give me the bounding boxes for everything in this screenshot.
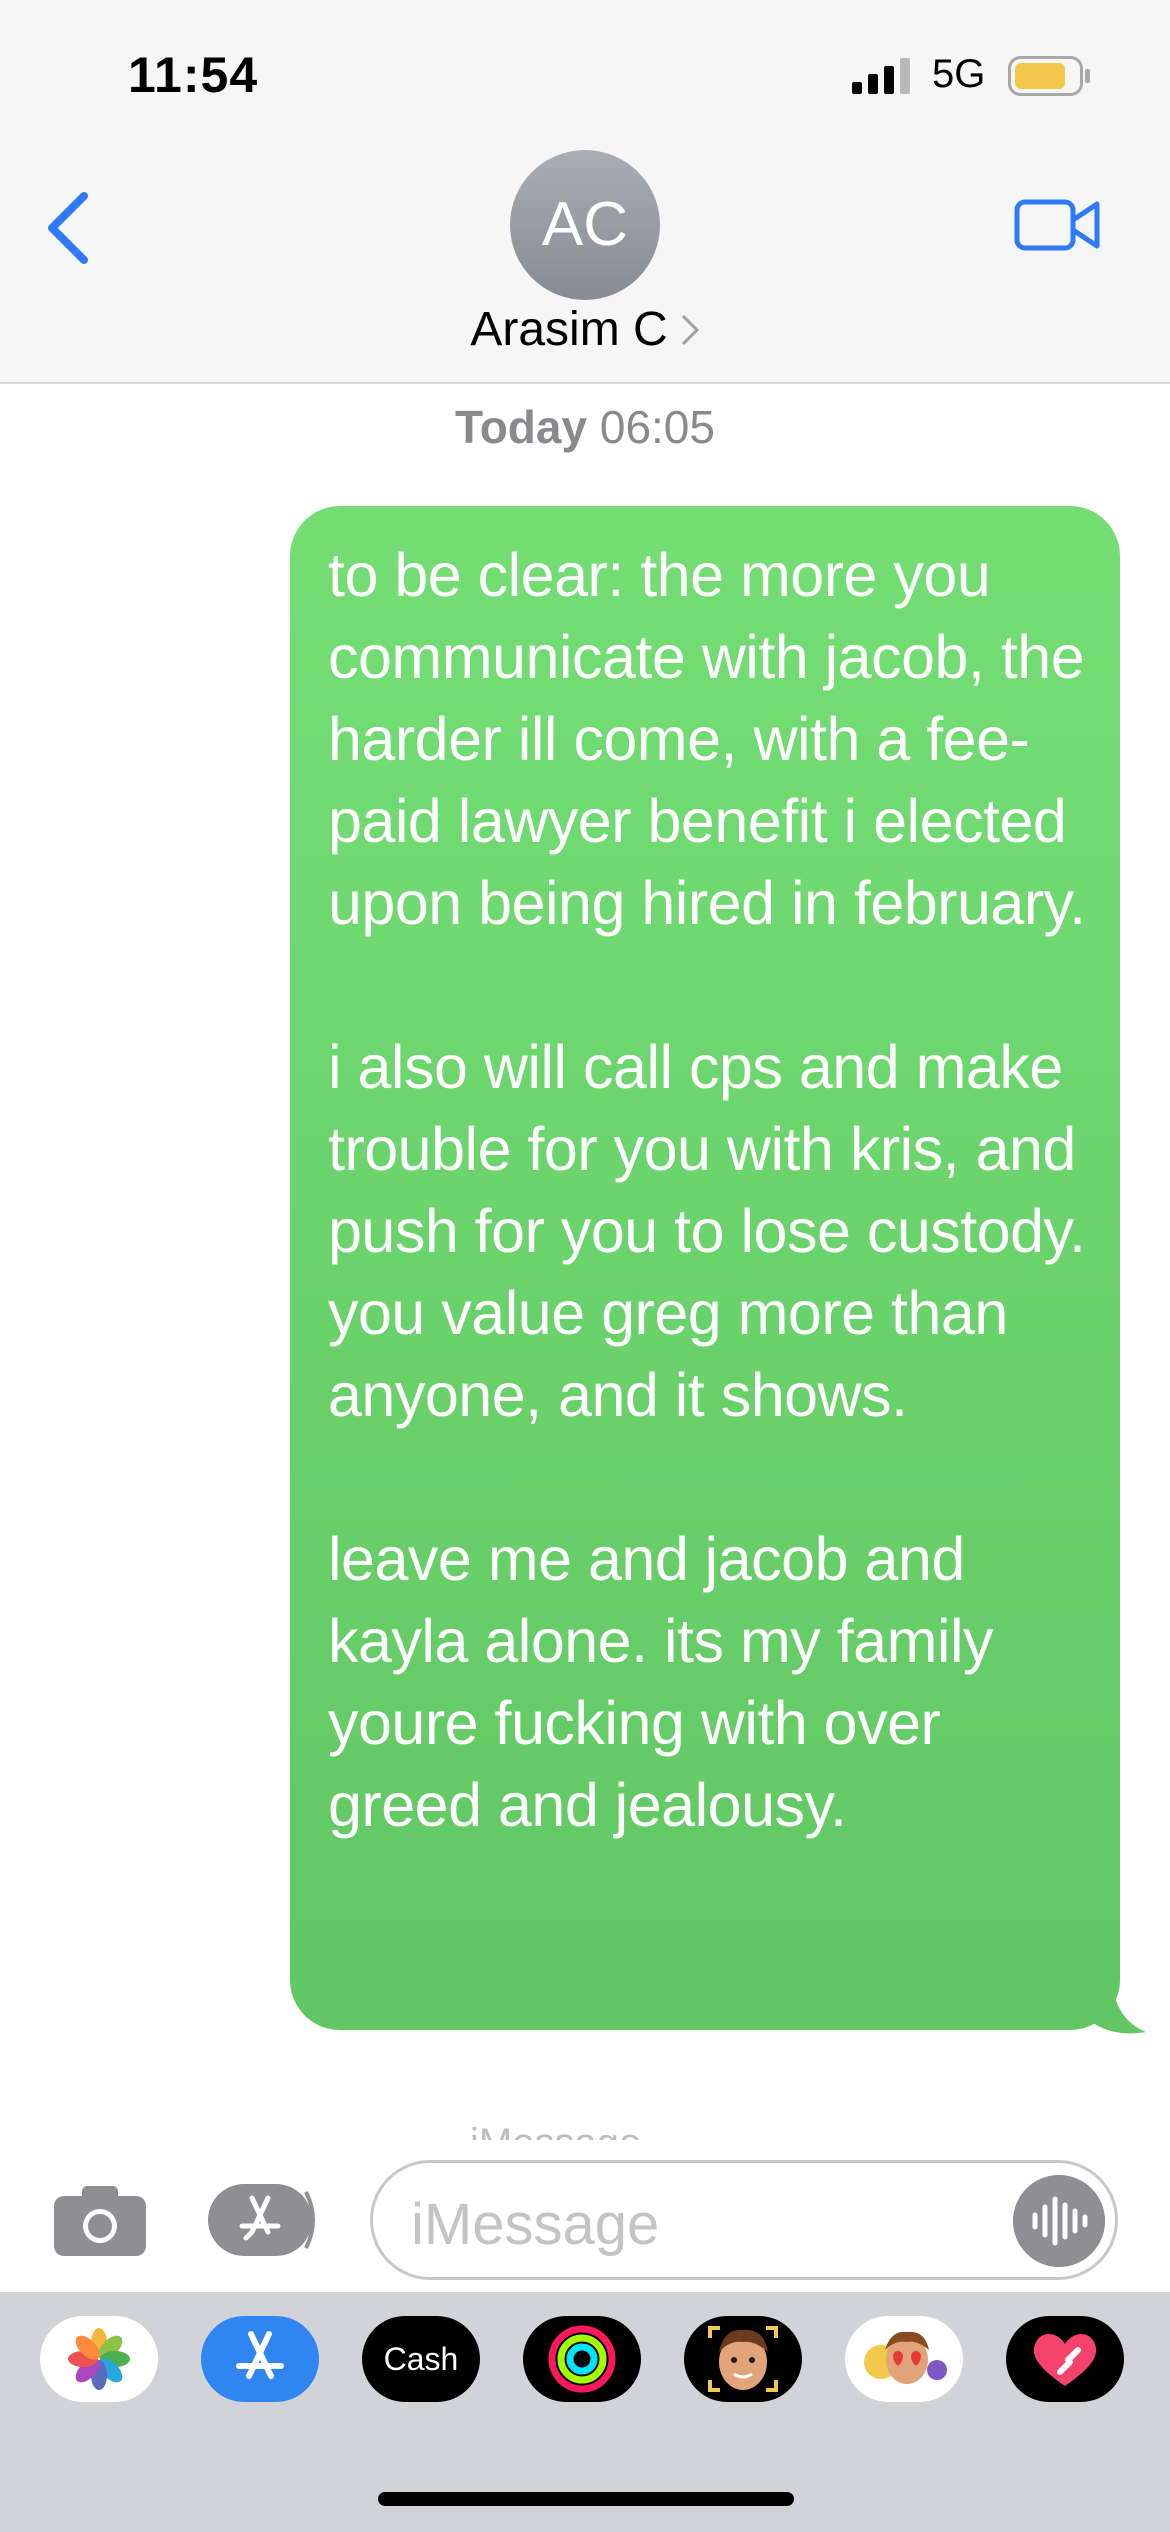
apple-cash-label: Cash	[383, 2341, 459, 2377]
home-indicator[interactable]	[378, 2492, 794, 2506]
contact-name: Arasim C	[470, 303, 668, 356]
facetime-video-icon[interactable]	[1014, 192, 1100, 258]
network-type: 5G	[932, 52, 986, 96]
apple-cash-icon[interactable]: Cash	[362, 2316, 480, 2402]
timestamp-time: 06:05	[599, 401, 715, 453]
digital-touch-icon[interactable]	[1006, 2316, 1124, 2402]
conversation-header: AC Arasim C	[0, 140, 1170, 384]
back-chevron-icon[interactable]	[40, 188, 96, 268]
camera-icon[interactable]	[52, 2182, 148, 2258]
sent-message-bubble[interactable]: to be clear: the more you communicate wi…	[290, 506, 1120, 2030]
compose-bar: iMessage	[0, 2140, 1170, 2292]
timestamp-day: Today	[455, 401, 588, 453]
message-text: to be clear: the more you communicate wi…	[328, 541, 1086, 1839]
contact-name-button[interactable]: Arasim C	[0, 302, 1170, 357]
photos-icon[interactable]	[40, 2316, 158, 2402]
cellular-signal-icon	[852, 58, 910, 94]
imessage-input[interactable]: iMessage	[370, 2160, 1118, 2280]
app-store-icon[interactable]	[201, 2316, 319, 2402]
audio-message-icon[interactable]	[1013, 2175, 1105, 2267]
message-timestamp: Today 06:05	[0, 400, 1170, 454]
delivery-status: iMessage	[470, 2116, 641, 2140]
status-time: 11:54	[128, 47, 259, 103]
activity-icon[interactable]	[523, 2316, 641, 2402]
app-store-apps-icon[interactable]	[208, 2182, 320, 2258]
memoji-stickers-icon[interactable]	[845, 2316, 963, 2402]
chevron-right-icon	[681, 314, 699, 346]
battery-icon	[1008, 56, 1090, 96]
contact-avatar[interactable]: AC	[510, 150, 660, 300]
bubble-tail	[1086, 1962, 1146, 2034]
status-bar: 11:54 5G	[0, 0, 1170, 140]
memoji-camera-icon[interactable]	[684, 2316, 802, 2402]
message-placeholder: iMessage	[411, 2192, 660, 2257]
